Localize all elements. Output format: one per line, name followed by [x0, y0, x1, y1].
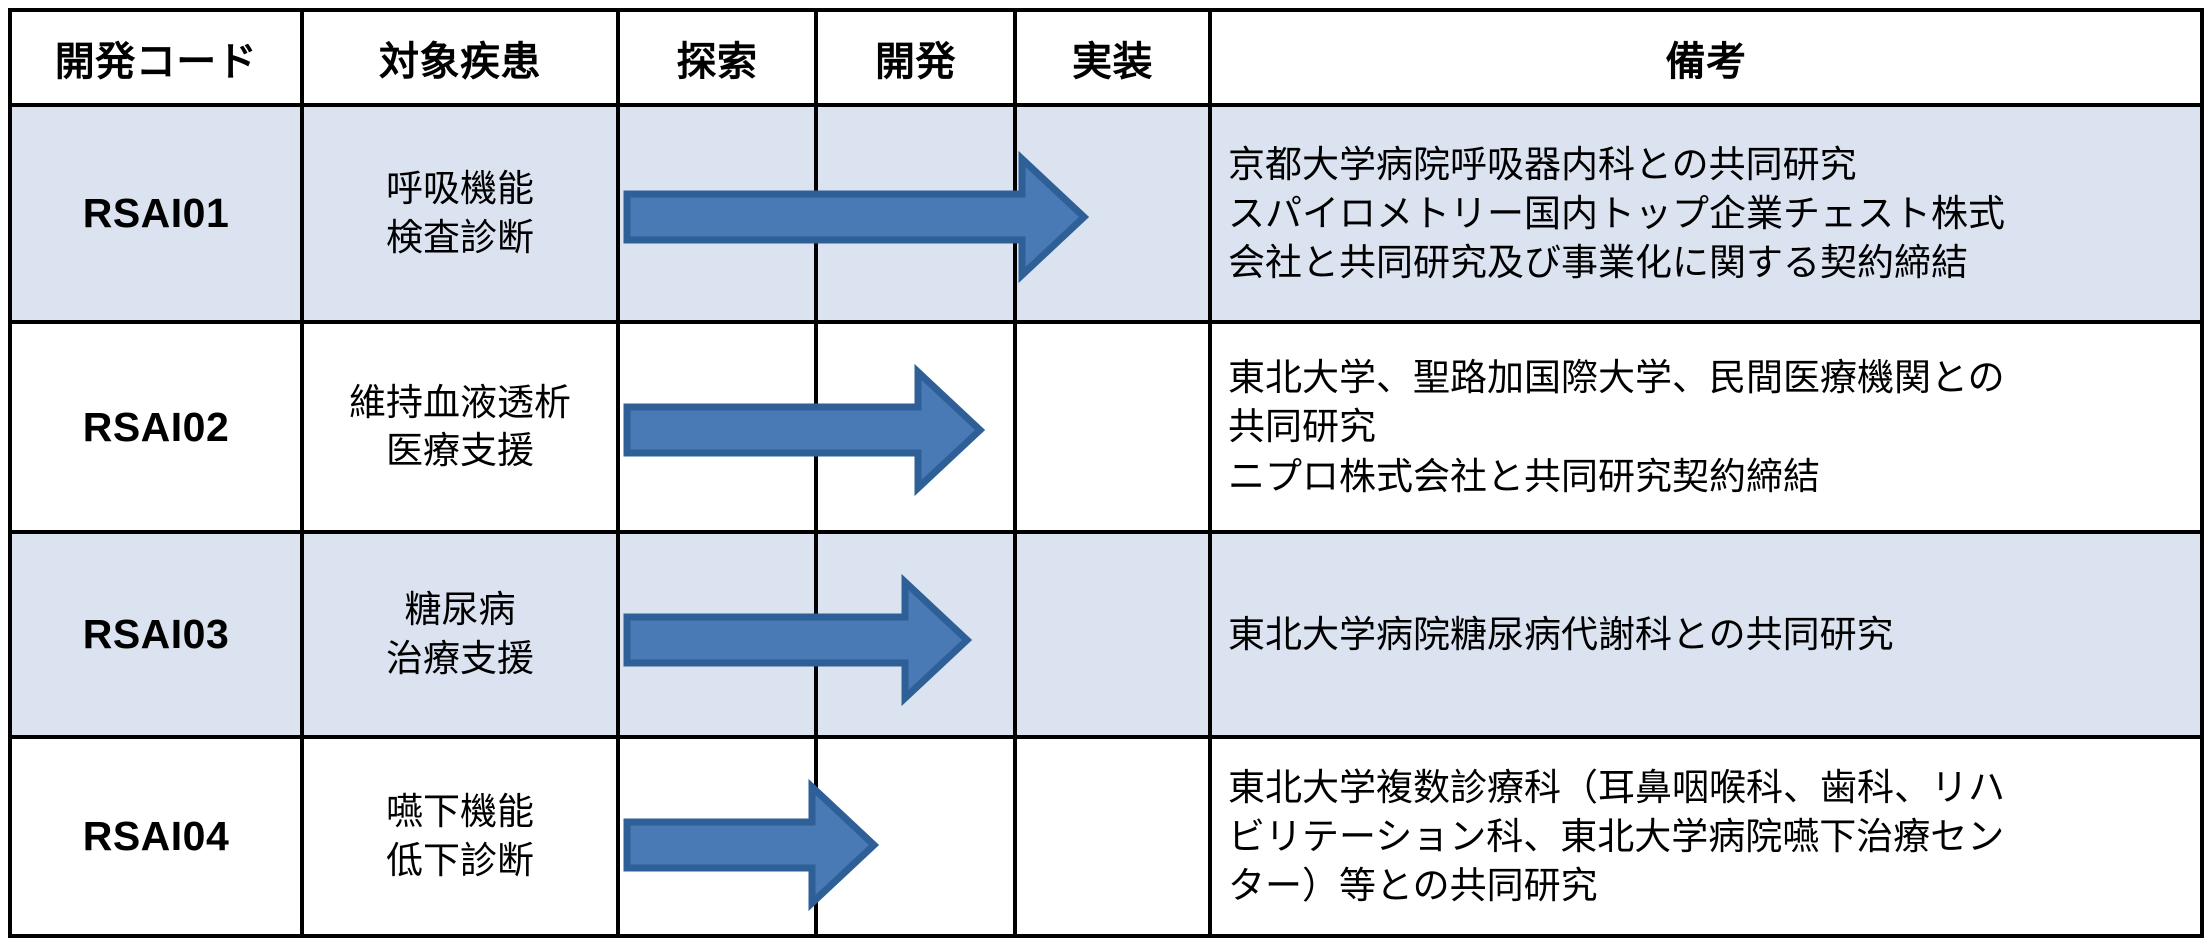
table-row-disease: 糖尿病 治療支援 — [304, 534, 620, 739]
table-row-stage-implement — [1017, 324, 1212, 534]
table-row-disease: 嚥下機能 低下診断 — [304, 739, 620, 934]
table-row-remarks: 京都大学病院呼吸器内科との共同研究 スパイロメトリー国内トップ企業チェスト株式 … — [1212, 107, 2200, 324]
table-row-stage-develop — [818, 534, 1017, 739]
table-row-code: RSAI04 — [12, 739, 304, 934]
table-row-code: RSAI01 — [12, 107, 304, 324]
table-row-code: RSAI02 — [12, 324, 304, 534]
table-row-stage-develop — [818, 324, 1017, 534]
table-row-stage-implement — [1017, 534, 1212, 739]
table-row-stage-explore — [620, 739, 818, 934]
column-header-develop: 開発 — [818, 12, 1017, 107]
column-header-disease: 対象疾患 — [304, 12, 620, 107]
development-pipeline-table: 開発コード 対象疾患 探索 開発 実装 備考 RSAI01 呼吸機能 検査診断 … — [8, 8, 2204, 938]
table-row-disease: 維持血液透析 医療支援 — [304, 324, 620, 534]
column-header-explore: 探索 — [620, 12, 818, 107]
table-row-remarks: 東北大学複数診療科（耳鼻咽喉科、歯科、リハ ビリテーション科、東北大学病院嚥下治… — [1212, 739, 2200, 934]
table-row-remarks: 東北大学病院糖尿病代謝科との共同研究 — [1212, 534, 2200, 739]
table-row-stage-implement — [1017, 739, 1212, 934]
table-row-stage-develop — [818, 739, 1017, 934]
table-grid: 開発コード 対象疾患 探索 開発 実装 備考 RSAI01 呼吸機能 検査診断 … — [12, 12, 2200, 934]
table-row-code: RSAI03 — [12, 534, 304, 739]
table-row-disease: 呼吸機能 検査診断 — [304, 107, 620, 324]
column-header-code: 開発コード — [12, 12, 304, 107]
table-row-stage-explore — [620, 324, 818, 534]
column-header-remarks: 備考 — [1212, 12, 2200, 107]
table-row-stage-explore — [620, 107, 818, 324]
table-row-stage-implement — [1017, 107, 1212, 324]
column-header-implement: 実装 — [1017, 12, 1212, 107]
table-row-stage-develop — [818, 107, 1017, 324]
table-row-stage-explore — [620, 534, 818, 739]
table-row-remarks: 東北大学、聖路加国際大学、民間医療機関との 共同研究 ニプロ株式会社と共同研究契… — [1212, 324, 2200, 534]
